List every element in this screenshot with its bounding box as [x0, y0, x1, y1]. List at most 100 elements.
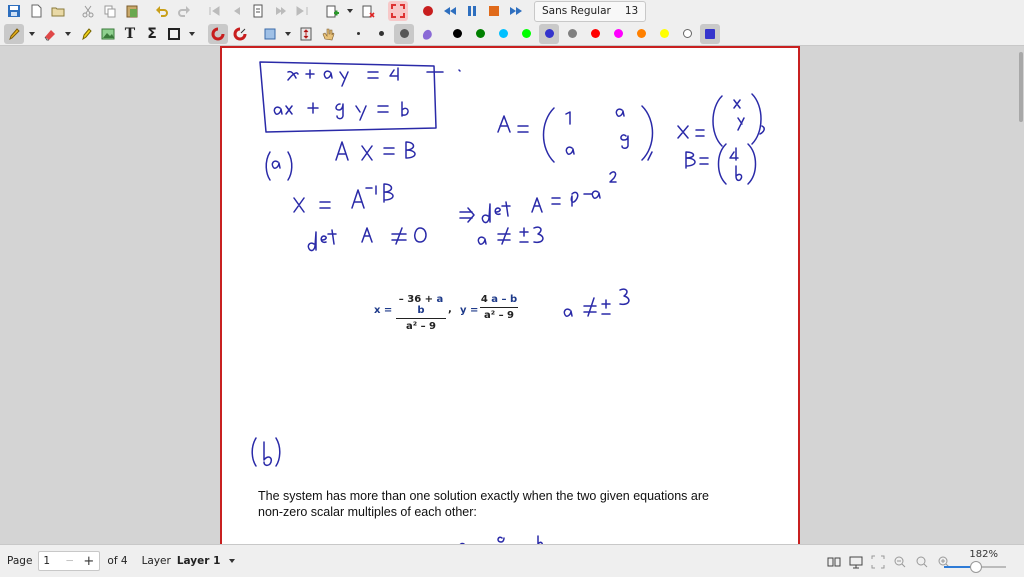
- pen-size-medium-icon[interactable]: [371, 24, 391, 44]
- pen-tool-icon[interactable]: [4, 23, 24, 44]
- status-bar: Page 1 − + of 4 Layer Layer 1 182%: [0, 544, 1024, 577]
- text-tool-icon[interactable]: T: [120, 24, 140, 44]
- color-magenta-icon[interactable]: [608, 24, 628, 44]
- fill-tool-icon[interactable]: [417, 24, 437, 44]
- eraser-tool-icon[interactable]: [40, 24, 60, 44]
- delete-page-icon[interactable]: [358, 1, 378, 21]
- last-page-icon[interactable]: [292, 1, 312, 21]
- page-label: Page: [7, 555, 33, 567]
- new-document-icon[interactable]: [26, 1, 46, 21]
- open-folder-icon[interactable]: [48, 1, 68, 21]
- ink-implies-det: [459, 171, 617, 224]
- ink-x-vector: [677, 93, 765, 147]
- y-fraction: 4 a – b a² – 9: [480, 294, 518, 321]
- eraser-dropdown-icon[interactable]: [62, 24, 74, 44]
- zoom-fit-icon[interactable]: [868, 552, 888, 572]
- shape-tool-icon[interactable]: [164, 24, 184, 44]
- fullscreen-icon[interactable]: [388, 1, 408, 21]
- select-rectangle-icon[interactable]: [260, 24, 280, 44]
- paste-icon[interactable]: [122, 1, 142, 21]
- color-orange-icon[interactable]: [631, 24, 651, 44]
- ink-eq1: [287, 67, 399, 87]
- custom-color-icon[interactable]: [700, 23, 720, 44]
- cut-icon[interactable]: [78, 1, 98, 21]
- shape-dropdown-icon[interactable]: [186, 24, 198, 44]
- page-number-input[interactable]: 1 − +: [38, 551, 101, 571]
- ink-a-ne-pm3-2: [563, 288, 630, 317]
- latex-tool-icon[interactable]: Σ: [142, 24, 162, 44]
- next-page-icon[interactable]: [270, 1, 290, 21]
- first-page-icon[interactable]: [204, 1, 224, 21]
- canvas-area[interactable]: x = – 36 + a b a² – 9 , y = 4 a – b a² –…: [0, 46, 1024, 566]
- redo-icon[interactable]: [174, 1, 194, 21]
- ink-x-ainv-b: [293, 183, 394, 213]
- record-icon[interactable]: [418, 1, 438, 21]
- main-toolbar: Sans Regular 13: [0, 0, 1024, 22]
- tools-toolbar: T Σ: [0, 22, 1024, 46]
- two-page-view-icon[interactable]: [824, 552, 844, 572]
- presentation-mode-icon[interactable]: [846, 552, 866, 572]
- pen-size-large-icon[interactable]: [394, 23, 414, 44]
- copy-icon[interactable]: [100, 1, 120, 21]
- ruler-snap-icon[interactable]: [208, 23, 228, 44]
- save-icon[interactable]: [4, 1, 24, 21]
- previous-page-icon[interactable]: [226, 1, 246, 21]
- image-tool-icon[interactable]: [98, 24, 118, 44]
- pen-dropdown-icon[interactable]: [26, 24, 38, 44]
- vertical-space-icon[interactable]: [296, 24, 316, 44]
- hand-tool-icon[interactable]: [318, 24, 338, 44]
- goto-page-icon[interactable]: [248, 1, 268, 21]
- document-page[interactable]: x = – 36 + a b a² – 9 , y = 4 a – b a² –…: [220, 46, 800, 566]
- color-blue-icon[interactable]: [539, 23, 559, 44]
- y-denominator: a² – 9: [483, 310, 515, 321]
- paragraph-line-2: non-zero scalar multiples of each other:: [258, 505, 477, 519]
- ink-ax-eq-b: [335, 141, 416, 161]
- add-page-icon[interactable]: [322, 1, 342, 21]
- x-label: x =: [374, 305, 393, 316]
- page-number-value: 1: [43, 555, 51, 567]
- color-green-icon[interactable]: [470, 24, 490, 44]
- ink-a-ne-pm3-1: [477, 226, 544, 245]
- zoom-control: 182%: [940, 547, 1014, 573]
- color-yellow-icon[interactable]: [654, 24, 674, 44]
- ink-eq2: [273, 101, 409, 121]
- zoom-100-icon[interactable]: [912, 552, 932, 572]
- page-count-label: of 4: [107, 555, 128, 567]
- ink-part-b-label: [251, 437, 281, 467]
- page-decrement-icon[interactable]: −: [65, 555, 74, 567]
- layer-selector[interactable]: Layer 1: [177, 555, 221, 567]
- pause-icon[interactable]: [462, 1, 482, 21]
- stop-icon[interactable]: [484, 1, 504, 21]
- x-denominator: a² – 9: [405, 321, 437, 332]
- font-selector-button[interactable]: Sans Regular 13: [534, 0, 647, 22]
- color-light-blue-icon[interactable]: [493, 24, 513, 44]
- ink-b-vector: [685, 143, 757, 185]
- zoom-slider-knob[interactable]: [970, 561, 982, 573]
- ink-det-a: [307, 227, 427, 252]
- fast-forward-icon[interactable]: [506, 1, 526, 21]
- zoom-out-icon[interactable]: [890, 552, 910, 572]
- pen-size-small-icon[interactable]: [348, 24, 368, 44]
- zoom-percentage: 182%: [969, 549, 998, 560]
- ink-part-a-label: [265, 151, 293, 181]
- font-name-label: Sans Regular: [542, 5, 611, 17]
- separator-comma: ,: [448, 304, 452, 315]
- highlighter-tool-icon[interactable]: [76, 24, 96, 44]
- view-controls: [824, 552, 956, 572]
- scrollbar-thumb[interactable]: [1019, 52, 1023, 122]
- color-black-icon[interactable]: [447, 24, 467, 44]
- rewind-icon[interactable]: [440, 1, 460, 21]
- vertical-scrollbar[interactable]: [1017, 46, 1023, 544]
- layer-dropdown-icon[interactable]: [226, 554, 238, 568]
- color-red-icon[interactable]: [585, 24, 605, 44]
- grid-snap-icon[interactable]: [230, 24, 250, 44]
- color-gray-icon[interactable]: [562, 24, 582, 44]
- add-page-dropdown-icon[interactable]: [344, 1, 356, 21]
- y-label: y =: [460, 305, 479, 316]
- paragraph-line-1: The system has more than one solution ex…: [258, 489, 709, 503]
- page-increment-icon[interactable]: +: [83, 554, 94, 569]
- color-light-green-icon[interactable]: [516, 24, 536, 44]
- undo-icon[interactable]: [152, 1, 172, 21]
- color-white-icon[interactable]: [677, 24, 697, 44]
- select-dropdown-icon[interactable]: [282, 24, 294, 44]
